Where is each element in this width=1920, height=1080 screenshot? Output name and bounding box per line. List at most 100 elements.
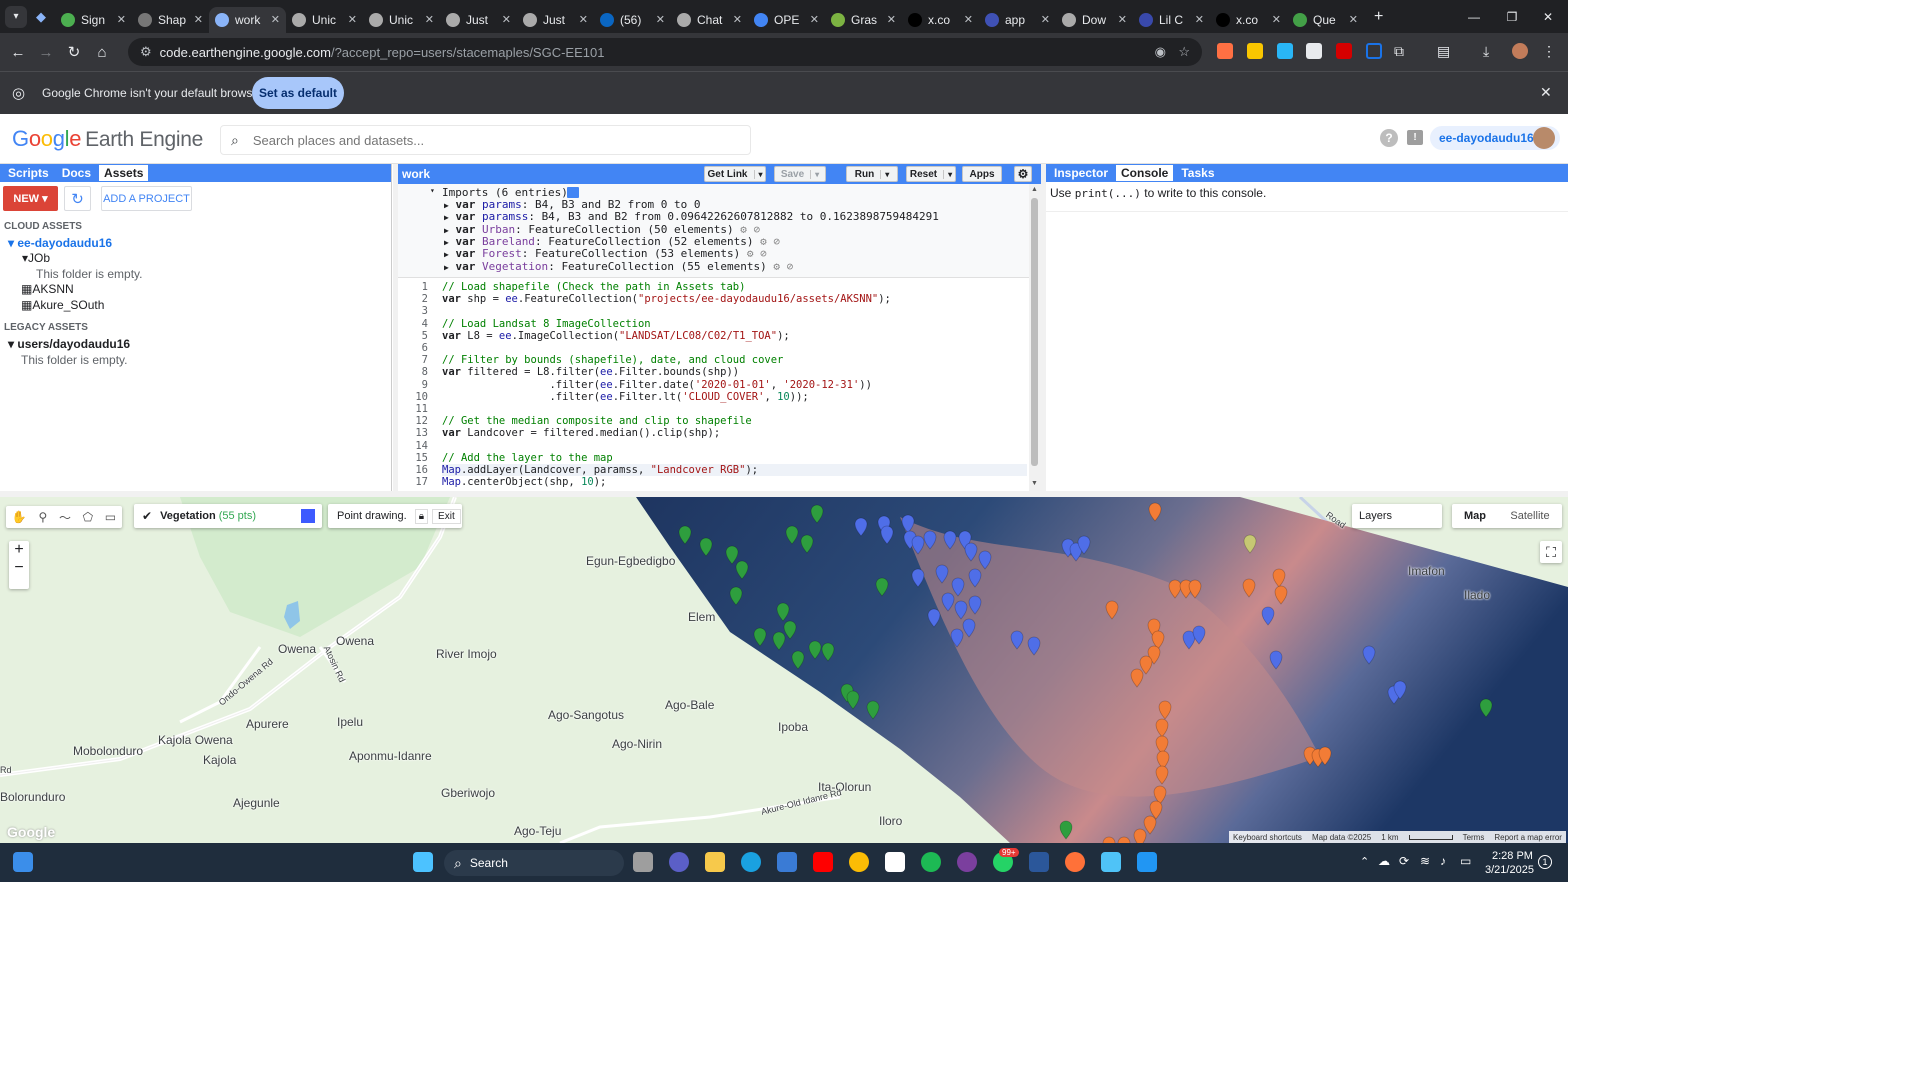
- zoom-in-button[interactable]: +: [14, 541, 23, 559]
- code-line[interactable]: .filter(ee.Filter.date('2020-01-01', '20…: [442, 379, 871, 391]
- browser-tab[interactable]: Unic ✕: [286, 7, 363, 33]
- folder-node[interactable]: ▾JOb: [22, 251, 50, 265]
- import-entry[interactable]: ▶ var Urban: FeatureCollection (50 eleme…: [444, 223, 760, 236]
- scroll-up-icon[interactable]: ▲: [1031, 186, 1038, 193]
- taskbar-search[interactable]: ⌕ Search: [444, 850, 624, 876]
- editor-scrollbar[interactable]: ▲ ▼: [1029, 184, 1041, 491]
- browser-tab[interactable]: Que ✕: [1287, 7, 1364, 33]
- bookmark-star-icon[interactable]: ☆: [1178, 44, 1190, 60]
- sync-icon[interactable]: ⟳: [1399, 854, 1409, 868]
- keyboard-shortcuts-link[interactable]: Keyboard shortcuts: [1233, 833, 1302, 842]
- expand-triangle-icon[interactable]: ▶: [444, 201, 449, 210]
- settings-gear-icon[interactable]: ⚙: [1014, 166, 1032, 182]
- import-entry[interactable]: ▶ var params: B4, B3 and B2 from 0 to 0: [444, 198, 701, 211]
- browser-tab[interactable]: Shap ✕: [132, 7, 209, 33]
- browser-tab[interactable]: (56) ✕: [594, 7, 671, 33]
- reset-button[interactable]: Reset ▾: [906, 166, 956, 182]
- eye-icon[interactable]: ◉: [1155, 44, 1166, 60]
- chrome-icon[interactable]: [849, 852, 869, 872]
- close-tab-icon[interactable]: ✕: [1041, 13, 1050, 26]
- import-entry[interactable]: ▶ var Forest: FeatureCollection (53 elem…: [444, 247, 767, 260]
- volume-icon[interactable]: ♪: [1440, 854, 1446, 868]
- dropdown-arrow-icon[interactable]: ▾: [880, 169, 889, 179]
- url-bar[interactable]: ⚙ code.earthengine.google.com/?accept_re…: [128, 38, 1202, 66]
- terms-link[interactable]: Terms: [1463, 833, 1485, 842]
- code-line[interactable]: Map.addLayer(Landcover, paramss, "Landco…: [442, 464, 1027, 476]
- map-type-map[interactable]: Map: [1452, 510, 1498, 522]
- map-view[interactable]: Egun-Egbedigbo Elem Owena Owena River Imojo A…: [0, 497, 1568, 843]
- dropdown-arrow-icon[interactable]: ▾: [943, 169, 952, 179]
- browser-tab[interactable]: Just ✕: [440, 7, 517, 33]
- user-chip[interactable]: ee-dayodaudu16: [1430, 126, 1560, 150]
- wifi-icon[interactable]: ≋: [1420, 854, 1430, 868]
- restore-button[interactable]: ❐: [1492, 0, 1532, 33]
- close-tab-icon[interactable]: ✕: [194, 13, 203, 26]
- download-icon[interactable]: ⤓: [1483, 43, 1499, 59]
- set-as-default-button[interactable]: Set as default: [252, 77, 344, 109]
- expand-triangle-icon[interactable]: ▶: [444, 226, 449, 235]
- code-line[interactable]: // Get the median composite and clip to …: [442, 415, 752, 427]
- clock-time[interactable]: 2:28 PM: [1492, 850, 1533, 862]
- code-line[interactable]: .filter(ee.Filter.lt('CLOUD_COVER', 10))…: [442, 391, 808, 403]
- layer-settings-icon[interactable]: ⚙: [740, 223, 747, 236]
- reload-icon[interactable]: ↻: [60, 38, 88, 66]
- layer-settings-icon[interactable]: ⚙: [773, 260, 780, 273]
- firefox-icon[interactable]: [1065, 852, 1085, 872]
- code-area[interactable]: 1 // Load shapefile (Check the path in As…: [398, 279, 1029, 491]
- urban-marker-icon[interactable]: [1133, 828, 1147, 843]
- close-tab-icon[interactable]: ✕: [502, 13, 511, 26]
- close-tab-icon[interactable]: ✕: [117, 13, 126, 26]
- youtube-icon[interactable]: [813, 852, 833, 872]
- profile-avatar[interactable]: [1512, 43, 1528, 59]
- code-line[interactable]: // Add the layer to the map: [442, 452, 613, 464]
- code-line[interactable]: var Landcover = filtered.median().clip(s…: [442, 427, 720, 439]
- teams-icon[interactable]: [669, 852, 689, 872]
- layer-settings-icon[interactable]: ⚙: [747, 247, 754, 260]
- apps-button[interactable]: Apps: [962, 166, 1002, 182]
- tab-assets[interactable]: Assets: [99, 165, 149, 181]
- tab-console[interactable]: Console: [1116, 165, 1174, 181]
- delete-import-icon[interactable]: ⊘: [754, 223, 761, 236]
- tab-inspector[interactable]: Inspector: [1049, 165, 1113, 181]
- checkbox-checked-icon[interactable]: ✔: [142, 509, 152, 523]
- import-entry[interactable]: ▶ var paramss: B4, B3 and B2 from 0.0964…: [444, 210, 939, 223]
- legacy-user-node[interactable]: ▾ users/dayodaudu16: [8, 337, 130, 351]
- dropdown-arrow-icon[interactable]: ▾: [753, 169, 763, 179]
- site-info-icon[interactable]: ⚙: [140, 44, 152, 60]
- refresh-icon[interactable]: ↻: [64, 186, 91, 211]
- pinned-tab-diamond-icon[interactable]: ◆: [27, 3, 55, 31]
- expand-triangle-icon[interactable]: ▶: [444, 238, 449, 247]
- layers-menu[interactable]: Layers: [1352, 504, 1442, 528]
- store-icon[interactable]: [777, 852, 797, 872]
- close-tab-icon[interactable]: ✕: [348, 13, 357, 26]
- close-tab-icon[interactable]: ✕: [1349, 13, 1358, 26]
- tab-tasks[interactable]: Tasks: [1176, 165, 1219, 181]
- code-line[interactable]: var L8 = ee.ImageCollection("LANDSAT/LC0…: [442, 330, 790, 342]
- media-app-icon[interactable]: [957, 852, 977, 872]
- search-box[interactable]: ⌕: [220, 125, 751, 155]
- edge-icon[interactable]: [741, 852, 761, 872]
- expand-triangle-icon[interactable]: ▶: [444, 213, 449, 222]
- tab-docs[interactable]: Docs: [57, 165, 96, 181]
- new-tab-button[interactable]: +: [1374, 8, 1383, 26]
- extension-red-icon[interactable]: [1336, 43, 1352, 59]
- tab-search-chevron-icon[interactable]: ▾: [5, 5, 27, 28]
- back-arrow-icon[interactable]: ←: [4, 38, 32, 66]
- close-tab-icon[interactable]: ✕: [1195, 13, 1204, 26]
- imports-text-icon[interactable]: [567, 187, 579, 198]
- browser-tab[interactable]: Unic ✕: [363, 7, 440, 33]
- extension-camera-icon[interactable]: [1277, 43, 1293, 59]
- extension-dot-icon[interactable]: [1366, 43, 1382, 59]
- code-line[interactable]: var filtered = L8.filter(ee.Filter.bound…: [442, 366, 739, 378]
- forward-arrow-icon[interactable]: →: [32, 38, 60, 66]
- expand-triangle-icon[interactable]: ▶: [444, 250, 449, 259]
- scroll-down-icon[interactable]: ▼: [1031, 480, 1038, 487]
- delete-import-icon[interactable]: ⊘: [773, 235, 780, 248]
- reading-list-icon[interactable]: ▤: [1437, 43, 1453, 59]
- extension-fox-icon[interactable]: [1217, 43, 1233, 59]
- browser-tab[interactable]: work ✕: [209, 6, 286, 33]
- asset-akure-south[interactable]: ▦Akure_SOuth: [21, 298, 104, 312]
- minimize-button[interactable]: —: [1454, 0, 1494, 33]
- tray-chevron-icon[interactable]: ⌃: [1360, 855, 1369, 868]
- notepad-icon[interactable]: [1101, 852, 1121, 872]
